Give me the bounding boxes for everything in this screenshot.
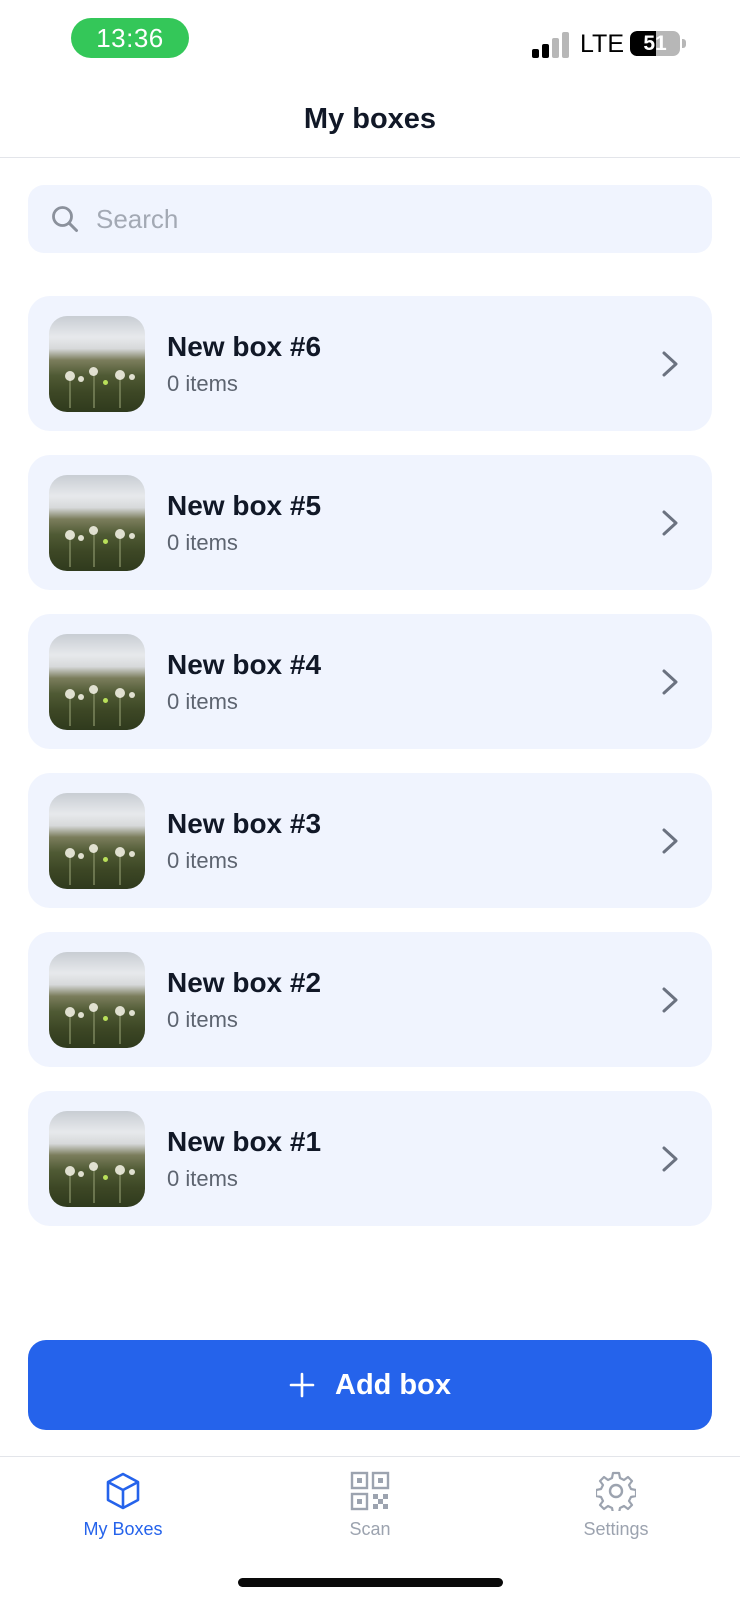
tab-scan[interactable]: Scan bbox=[290, 1471, 450, 1540]
box-thumbnail bbox=[49, 1110, 145, 1207]
box-card[interactable]: New box #4 0 items bbox=[28, 614, 712, 749]
box-item-count: 0 items bbox=[167, 529, 238, 555]
box-list: New box #6 0 items New box #5 0 items Ne… bbox=[28, 296, 712, 1250]
box-card[interactable]: New box #6 0 items bbox=[28, 296, 712, 431]
tab-label: My Boxes bbox=[83, 1519, 163, 1539]
box-thumbnail bbox=[49, 951, 145, 1048]
status-bar: 13:36 LTE 51 bbox=[0, 0, 740, 82]
chevron-right-icon bbox=[662, 351, 678, 376]
box-title: New box #3 bbox=[167, 807, 322, 839]
box-title: New box #6 bbox=[167, 330, 322, 362]
chevron-right-icon bbox=[662, 669, 678, 694]
box-icon bbox=[106, 1472, 140, 1510]
box-title: New box #1 bbox=[167, 1125, 322, 1157]
box-thumbnail bbox=[49, 315, 145, 412]
box-thumbnail bbox=[49, 633, 145, 730]
box-thumbnail bbox=[49, 792, 145, 889]
box-thumbnail bbox=[49, 474, 145, 571]
tab-label: Scan bbox=[349, 1519, 391, 1539]
box-card[interactable]: New box #2 0 items bbox=[28, 932, 712, 1067]
chevron-right-icon bbox=[662, 1146, 678, 1171]
qr-code-icon bbox=[350, 1471, 390, 1511]
box-item-count: 0 items bbox=[167, 370, 238, 396]
battery-tip bbox=[682, 39, 686, 48]
nav-header: My boxes bbox=[0, 82, 740, 158]
tab-settings[interactable]: Settings bbox=[536, 1471, 696, 1540]
add-box-label: Add box bbox=[335, 1368, 451, 1401]
box-title: New box #4 bbox=[167, 648, 322, 680]
status-time: 13:36 bbox=[71, 18, 189, 58]
home-indicator bbox=[238, 1578, 503, 1587]
search-input[interactable] bbox=[96, 203, 656, 235]
chevron-right-icon bbox=[662, 510, 678, 535]
battery-percent: 51 bbox=[643, 31, 667, 55]
box-item-count: 0 items bbox=[167, 688, 238, 714]
tab-my-boxes[interactable]: My Boxes bbox=[43, 1471, 203, 1540]
tab-label: Settings bbox=[583, 1519, 649, 1539]
chevron-right-icon bbox=[662, 987, 678, 1012]
box-item-count: 0 items bbox=[167, 1006, 238, 1032]
network-type: LTE bbox=[580, 30, 624, 58]
plus-icon bbox=[289, 1372, 315, 1398]
battery-icon: 51 bbox=[630, 31, 680, 56]
box-card[interactable]: New box #1 0 items bbox=[28, 1091, 712, 1226]
search-bar[interactable] bbox=[28, 185, 712, 253]
gear-icon bbox=[596, 1471, 636, 1511]
box-card[interactable]: New box #5 0 items bbox=[28, 455, 712, 590]
box-title: New box #2 bbox=[167, 966, 322, 998]
box-item-count: 0 items bbox=[167, 1165, 238, 1191]
page-title: My boxes bbox=[303, 103, 437, 135]
box-title: New box #5 bbox=[167, 489, 322, 521]
box-item-count: 0 items bbox=[167, 847, 238, 873]
chevron-right-icon bbox=[662, 828, 678, 853]
add-box-button[interactable]: Add box bbox=[28, 1340, 712, 1430]
search-icon bbox=[52, 206, 78, 232]
box-card[interactable]: New box #3 0 items bbox=[28, 773, 712, 908]
cellular-signal-icon bbox=[532, 30, 572, 58]
